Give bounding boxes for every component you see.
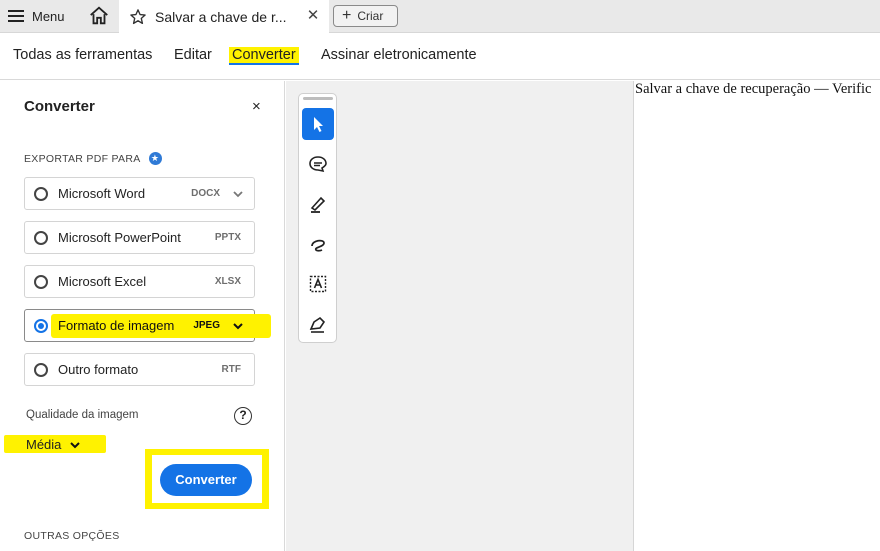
export-label: EXPORTAR PDF PARA: [24, 152, 141, 165]
quality-value: Média: [26, 437, 62, 452]
quick-tools-toolbar: [298, 93, 337, 343]
select-tool-button[interactable]: [302, 108, 334, 140]
close-icon[interactable]: ✕: [305, 8, 321, 24]
tool-area: [286, 81, 633, 551]
nav-convert[interactable]: Converter: [229, 47, 299, 65]
option-label: Microsoft Excel: [58, 274, 147, 289]
chevron-down-icon[interactable]: [231, 319, 245, 333]
panel-title: Converter: [24, 98, 95, 115]
close-icon[interactable]: ×: [252, 98, 261, 115]
star-icon[interactable]: [129, 8, 147, 26]
convert-panel: Converter × EXPORTAR PDF PARA ★ Microsof…: [0, 81, 285, 551]
main-nav: Todas as ferramentas Editar Converter As…: [0, 33, 880, 80]
option-image-format[interactable]: Formato de imagem JPEG: [24, 309, 271, 342]
option-extension: DOCX: [191, 188, 220, 199]
nav-sign[interactable]: Assinar eletronicamente: [321, 47, 477, 63]
document-view: Salvar a chave de recuperação — Verific: [633, 81, 880, 551]
freehand-icon: [311, 239, 325, 252]
quality-label: Qualidade da imagem: [26, 409, 139, 421]
create-button[interactable]: + Criar: [333, 5, 398, 27]
nav-all-tools[interactable]: Todas as ferramentas: [13, 47, 152, 63]
more-options-label: OUTRAS OPÇÕES: [24, 530, 120, 542]
document-text: Salvar a chave de recuperação — Verific: [635, 81, 872, 97]
draw-tool-button[interactable]: [302, 228, 334, 260]
radio-button[interactable]: [34, 275, 48, 289]
sign-tool-button[interactable]: [302, 308, 334, 340]
menu-label: Menu: [32, 8, 65, 24]
convert-button[interactable]: Converter: [160, 464, 252, 496]
comment-icon: [309, 156, 327, 173]
radio-button[interactable]: [34, 231, 48, 245]
highlight-tool-button[interactable]: [302, 188, 334, 220]
option-extension: XLSX: [214, 276, 241, 287]
option-label: Formato de imagem: [58, 318, 175, 333]
option-word[interactable]: Microsoft Word DOCX: [24, 177, 255, 210]
menu-button[interactable]: Menu: [8, 6, 65, 26]
radio-button-selected[interactable]: [34, 319, 48, 333]
cursor-icon: [314, 117, 323, 132]
radio-button[interactable]: [34, 187, 48, 201]
hamburger-icon: [8, 10, 24, 22]
option-extension: PPTX: [214, 232, 241, 243]
text-select-tool-button[interactable]: [302, 268, 334, 300]
pen-sign-icon: [309, 316, 326, 333]
radio-button[interactable]: [34, 363, 48, 377]
option-other-format[interactable]: Outro formato RTF: [24, 353, 255, 386]
nav-edit[interactable]: Editar: [174, 47, 212, 63]
premium-badge-icon: ★: [148, 152, 162, 165]
text-box-icon: [309, 275, 327, 293]
quality-dropdown[interactable]: Média: [26, 437, 81, 452]
drag-handle[interactable]: [303, 97, 333, 100]
home-icon[interactable]: [88, 5, 110, 27]
export-section-label: EXPORTAR PDF PARA ★: [24, 152, 162, 165]
help-icon[interactable]: ?: [234, 407, 252, 425]
create-label: Criar: [357, 9, 384, 23]
option-powerpoint[interactable]: Microsoft PowerPoint PPTX: [24, 221, 255, 254]
option-extension: JPEG: [193, 320, 220, 331]
option-label: Microsoft Word: [58, 186, 146, 201]
option-excel[interactable]: Microsoft Excel XLSX: [24, 265, 255, 298]
chevron-down-icon: [70, 441, 81, 448]
document-tab[interactable]: Salvar a chave de r... ✕: [119, 0, 329, 33]
top-tab-bar: Menu Salvar a chave de r... ✕ + Criar: [0, 0, 880, 33]
plus-icon: +: [342, 7, 352, 24]
comment-tool-button[interactable]: [302, 148, 334, 180]
option-extension: RTF: [221, 364, 241, 375]
option-label: Outro formato: [58, 362, 139, 377]
option-label: Microsoft PowerPoint: [58, 230, 181, 245]
document-tab-title: Salvar a chave de r...: [155, 8, 287, 25]
highlighter-icon: [310, 196, 326, 213]
chevron-down-icon[interactable]: [231, 187, 245, 201]
